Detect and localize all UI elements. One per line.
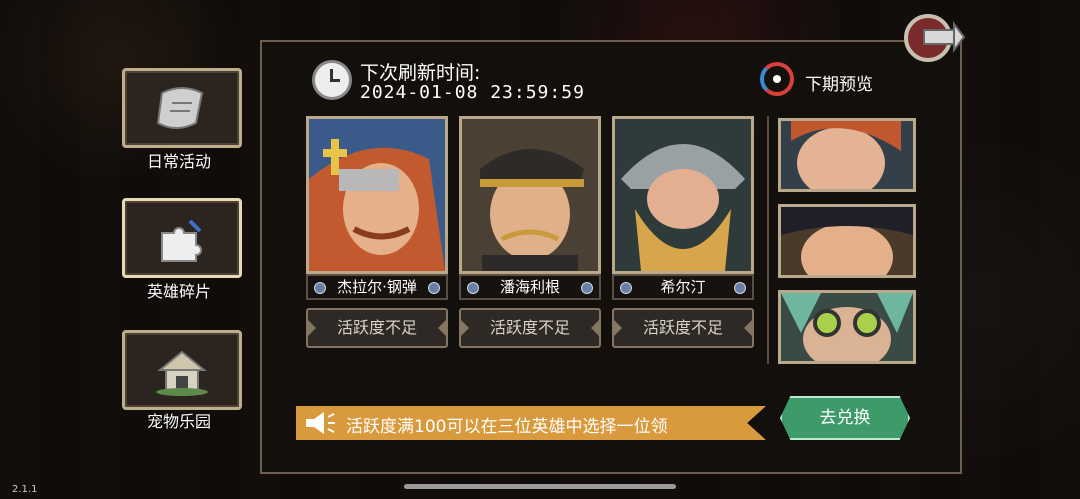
- preview-hero-portrait[interactable]: [778, 204, 916, 278]
- hero-select-button[interactable]: 活跃度不足: [612, 308, 754, 348]
- menu-hero-fragment-label: 英雄碎片: [146, 282, 211, 301]
- column-divider: [767, 116, 769, 364]
- refresh-time-value: 2024-01-08 23:59:59: [360, 82, 585, 103]
- menu-pet-park-label: 宠物乐园: [146, 412, 211, 431]
- gem-icon: [314, 282, 326, 294]
- notice-text: 活跃度满100可以在三位英雄中选择一位领: [346, 417, 668, 437]
- hero-card[interactable]: 希尔汀 活跃度不足: [612, 116, 754, 360]
- hero-card[interactable]: 杰拉尔·钢弹 活跃度不足: [306, 116, 448, 360]
- hero-portrait: [612, 116, 754, 274]
- refresh-time-label: 下次刷新时间:: [360, 62, 481, 84]
- hero-name: 杰拉尔·钢弹: [337, 278, 417, 296]
- eye-refresh-icon[interactable]: [760, 62, 794, 96]
- hero-name-bar: 潘海利根: [459, 274, 601, 300]
- hero-select-button[interactable]: 活跃度不足: [459, 308, 601, 348]
- preview-hero-portrait[interactable]: [778, 118, 916, 192]
- redeem-button[interactable]: 去兑换: [780, 396, 910, 440]
- hero-name: 希尔汀: [660, 278, 706, 296]
- hero-select-button[interactable]: 活跃度不足: [306, 308, 448, 348]
- scroll-icon: [156, 87, 204, 129]
- gem-icon: [581, 282, 593, 294]
- menu-daily-activity-button[interactable]: [122, 68, 242, 148]
- hero-name-bar: 希尔汀: [612, 274, 754, 300]
- gem-icon: [620, 282, 632, 294]
- home-indicator-bar[interactable]: [404, 484, 676, 489]
- version-label: 2.1.1: [12, 484, 38, 495]
- hero-portrait: [459, 116, 601, 274]
- hero-name-bar: 杰拉尔·钢弹: [306, 274, 448, 300]
- gem-icon: [734, 282, 746, 294]
- speaker-icon: [306, 412, 335, 434]
- gem-icon: [467, 282, 479, 294]
- hero-name: 潘海利根: [499, 278, 560, 296]
- menu-hero-fragment-button[interactable]: [122, 198, 242, 278]
- clock-icon: [312, 60, 352, 100]
- preview-hero-portrait[interactable]: [778, 290, 916, 364]
- puzzle-piece-icon: [161, 219, 202, 262]
- menu-pet-park-button[interactable]: [122, 330, 242, 410]
- gem-icon: [428, 282, 440, 294]
- back-arrow-icon[interactable]: [902, 12, 966, 64]
- hero-portrait: [306, 116, 448, 274]
- hero-card[interactable]: 潘海利根 活跃度不足: [459, 116, 601, 360]
- pet-house-icon: [156, 350, 208, 396]
- next-preview-button[interactable]: 下期预览: [805, 70, 873, 95]
- menu-daily-activity-label: 日常活动: [146, 152, 211, 171]
